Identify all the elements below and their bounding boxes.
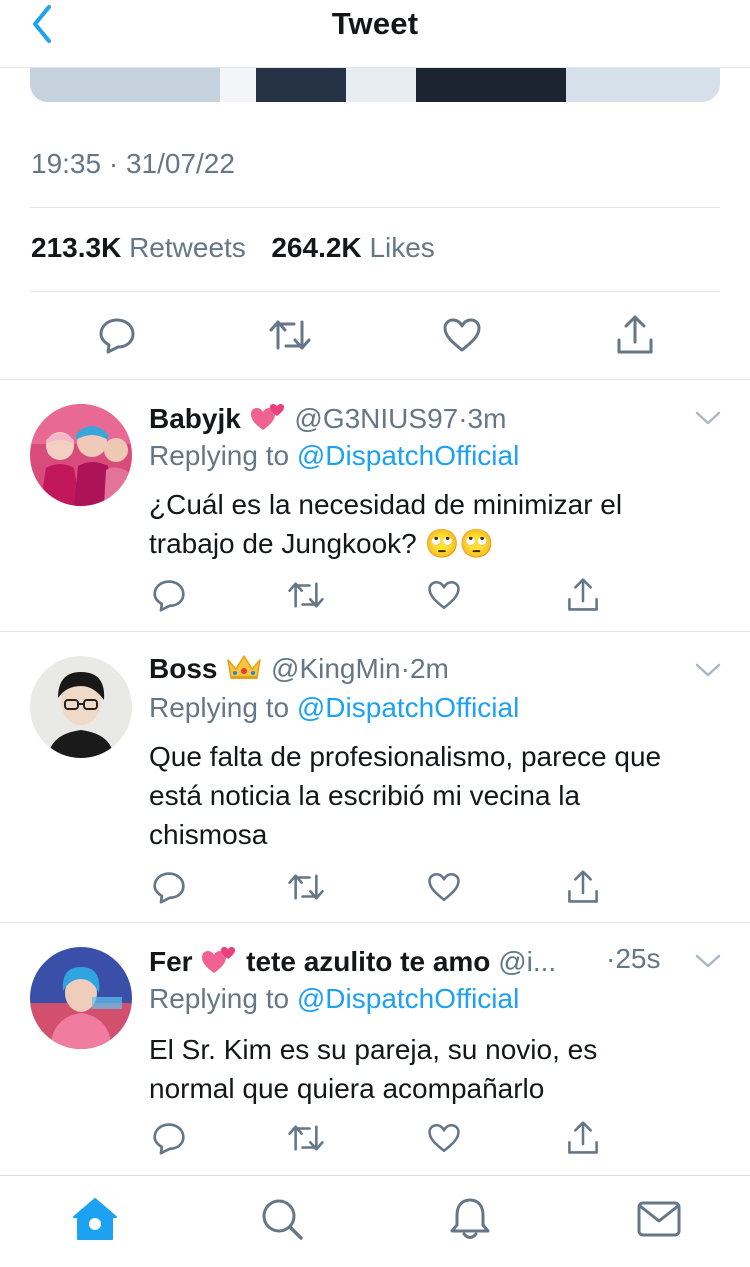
reply-tweet[interactable]: Babyjk @G3NIUS97·3m Replying to @Dispatc… [0,380,750,631]
messages-icon[interactable] [634,1194,684,1244]
replying-to: Replying to @DispatchOfficial [149,440,519,472]
chevron-down-icon[interactable] [694,951,722,971]
retweet-icon[interactable] [267,313,313,357]
reply-header: Babyjk @G3NIUS97·3m [149,400,506,441]
like-icon[interactable] [425,868,463,906]
reply-icon[interactable] [95,313,139,357]
chevron-down-icon[interactable] [694,408,722,428]
tweet-action-bar [0,310,750,360]
likes-label[interactable]: Likes [369,232,434,263]
reply-text: ¿Cuál es la necesidad de minimizar el tr… [149,485,729,563]
reply-handle[interactable]: @i... [498,946,556,977]
notifications-icon[interactable] [445,1194,495,1244]
avatar[interactable] [30,947,132,1049]
like-icon[interactable] [440,313,484,357]
reply-time: 25s [615,943,661,974]
divider [30,291,720,292]
retweet-icon[interactable] [286,868,326,906]
separator-dot: · [458,402,468,434]
reply-text-line: El Sr. Kim es su pareja, su novio, es [149,1034,598,1065]
bottom-tab-bar [0,1175,750,1267]
retweet-count[interactable]: 213.3K [31,232,121,263]
tweet-timestamp: 19:35 · 31/07/22 [31,148,235,179]
like-count[interactable]: 264.2K [271,232,361,263]
chevron-down-icon[interactable] [694,660,722,680]
reply-time: 2m [409,652,449,684]
retweet-icon[interactable] [286,576,326,614]
reply-text-line: ¿Cuál es la necesidad de minimizar el [149,489,623,520]
like-icon[interactable] [425,576,463,614]
home-icon[interactable] [70,1194,120,1244]
reply-icon[interactable] [150,868,188,906]
replying-to: Replying to @DispatchOfficial [149,983,519,1015]
reply-text-line: normal que quiera acompañarlo [149,1073,545,1104]
reply-icon[interactable] [150,1119,188,1157]
reply-timestamp: ·25s [606,943,660,975]
reply-handle[interactable]: @G3NIUS97 [294,403,458,434]
reply-text: El Sr. Kim es su pareja, su novio, es no… [149,1030,729,1108]
reply-tweet[interactable]: Boss @KingMin·2m Replying to @DispatchOf… [0,632,750,922]
top-nav-bar: Tweet [0,0,750,68]
reply-author-name[interactable]: Babyjk [149,403,241,434]
reply-header: Boss @KingMin·2m [149,652,449,689]
reply-time: 3m [467,402,507,434]
like-icon[interactable] [425,1119,463,1157]
reply-text: Que falta de profesionalismo, parece que… [149,737,729,854]
retweet-icon[interactable] [286,1119,326,1157]
mention-link[interactable]: @DispatchOfficial [297,983,519,1014]
share-icon[interactable] [613,312,657,358]
share-icon[interactable] [564,575,602,615]
reply-text-line: trabajo de Jungkook? 🙄🙄 [149,528,495,559]
reply-author-name-suffix[interactable]: tete azulito te amo [246,946,490,977]
tweet-stats: 213.3K Retweets 264.2K Likes [31,232,435,264]
reply-author-name[interactable]: Fer [149,946,193,977]
reply-text-line: Que falta de profesionalismo, parece que [149,741,662,772]
page-title: Tweet [331,6,419,41]
mention-link[interactable]: @DispatchOfficial [297,692,519,723]
reply-text-line: chismosa [149,819,268,850]
share-icon[interactable] [564,867,602,907]
replying-to-label: Replying to [149,692,290,723]
separator-dot: · [400,652,410,684]
avatar[interactable] [30,656,132,758]
two-hearts-icon [249,400,287,441]
two-hearts-icon [200,943,238,984]
separator-dot: · [606,943,616,974]
mention-link[interactable]: @DispatchOfficial [297,440,519,471]
reply-text-line: está noticia la escribió mi vecina la [149,780,581,811]
share-icon[interactable] [564,1118,602,1158]
reply-tweet[interactable]: Fer tete azulito te amo @i... ·25s Reply… [0,923,750,1174]
crown-icon [225,652,263,689]
reply-header: Fer tete azulito te amo @i... [149,943,556,984]
search-icon[interactable] [257,1194,307,1244]
retweets-label[interactable]: Retweets [129,232,246,263]
reply-handle[interactable]: @KingMin [271,653,401,684]
divider [30,207,720,208]
replying-to-label: Replying to [149,983,290,1014]
reply-author-name[interactable]: Boss [149,653,217,684]
avatar[interactable] [30,404,132,506]
replying-to: Replying to @DispatchOfficial [149,692,519,724]
reply-icon[interactable] [150,576,188,614]
replying-to-label: Replying to [149,440,290,471]
